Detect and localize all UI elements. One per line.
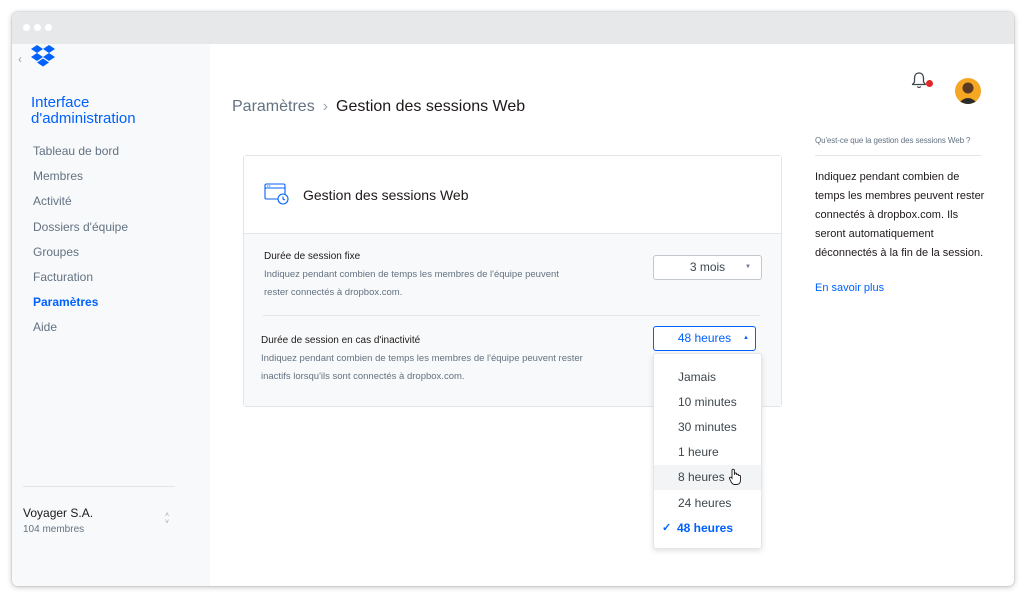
caret-up-icon: ▲: [743, 335, 749, 341]
sidebar-item-6[interactable]: Paramètres: [33, 294, 128, 319]
caret-down-icon: ▼: [745, 264, 751, 270]
help-divider: [815, 155, 981, 156]
dropdown-option[interactable]: ✓ 48 heures: [654, 516, 761, 541]
notification-badge: [926, 80, 933, 87]
idle-session-description: Indiquez pendant combien de temps les me…: [261, 353, 583, 382]
fixed-session-value: 3 mois: [689, 260, 726, 274]
dropdown-option-label: 30 minutes: [678, 420, 737, 435]
sidebar-item-3[interactable]: Dossiers d'équipe: [33, 219, 128, 244]
card-header: Gestion des sessions Web: [244, 156, 781, 234]
admin-console-title: Interface d'administration: [31, 94, 136, 127]
dropbox-logo-icon[interactable]: [30, 44, 56, 68]
hand-cursor-icon: [728, 469, 741, 486]
dropdown-option[interactable]: 1 heure: [654, 440, 761, 465]
fixed-session-select[interactable]: 3 mois ▼: [653, 255, 762, 280]
page-title: Gestion des sessions Web: [336, 98, 526, 115]
dropdown-option-label: 1 heure: [678, 445, 719, 460]
dropdown-option[interactable]: 24 heures: [654, 491, 761, 516]
dropdown-option-label: 8 heures: [678, 470, 725, 485]
settings-row-divider: [263, 315, 760, 316]
team-member-count: 104 membres: [23, 524, 85, 535]
sidebar-item-4[interactable]: Groupes: [33, 244, 128, 269]
browser-clock-icon: [264, 183, 289, 205]
window-minimize-button[interactable]: [34, 24, 41, 31]
idle-session-title: Durée de session en cas d'inactivité: [261, 335, 421, 346]
idle-session-dropdown: Jamais 10 minutes 30 minutes 1 heure 8 heure…: [653, 353, 762, 549]
window-titlebar: [12, 12, 1014, 44]
sidebar-item-7[interactable]: Aide: [33, 319, 128, 344]
breadcrumb: Paramètres › Gestion des sessions Web: [232, 97, 525, 117]
user-avatar-icon: [958, 82, 978, 104]
sidebar-item-1[interactable]: Membres: [33, 168, 128, 193]
dropdown-option[interactable]: 8 heures: [654, 465, 761, 491]
fixed-session-description: Indiquez pendant combien de temps les me…: [264, 269, 559, 298]
sidebar-item-0[interactable]: Tableau de bord: [33, 143, 128, 168]
chevron-left-icon[interactable]: ‹: [18, 52, 22, 66]
dropdown-option-label: Jamais: [678, 370, 717, 384]
sidebar-nav: Tableau de bord Membres Activité Dossiers d…: [33, 143, 128, 345]
help-text: Indiquez pendant combien de temps les me…: [815, 171, 985, 259]
team-switcher-icon[interactable]: ˄ ˅: [165, 512, 169, 526]
dropdown-option[interactable]: Jamais: [654, 365, 761, 390]
avatar[interactable]: [955, 78, 981, 104]
window-close-button[interactable]: [23, 24, 30, 31]
idle-session-value: 48 heures: [677, 331, 732, 345]
dropdown-option[interactable]: 10 minutes: [654, 390, 761, 415]
checkmark-icon: ✓: [662, 521, 672, 534]
help-question: Qu'est-ce que la gestion des sessions We…: [815, 136, 971, 145]
sidebar-item-2[interactable]: Activité: [33, 193, 128, 218]
bell-icon[interactable]: [910, 70, 928, 90]
learn-more-link[interactable]: En savoir plus: [815, 282, 884, 294]
fixed-session-title: Durée de session fixe: [264, 251, 361, 262]
card-title: Gestion des sessions Web: [303, 187, 469, 203]
breadcrumb-separator: ›: [322, 98, 329, 115]
breadcrumb-settings-link[interactable]: Paramètres: [232, 98, 315, 115]
dropdown-option[interactable]: 30 minutes: [654, 415, 761, 440]
dropdown-option-label: 24 heures: [678, 495, 732, 510]
sidebar-item-5[interactable]: Facturation: [33, 269, 128, 294]
idle-session-select[interactable]: 48 heures ▲: [653, 326, 756, 351]
window-zoom-button[interactable]: [45, 24, 52, 31]
dropdown-option-label: 10 minutes: [678, 395, 737, 410]
dropdown-option-label: 48 heures: [677, 520, 734, 535]
sidebar-divider: [23, 486, 175, 487]
team-name: Voyager S.A.: [23, 506, 94, 520]
